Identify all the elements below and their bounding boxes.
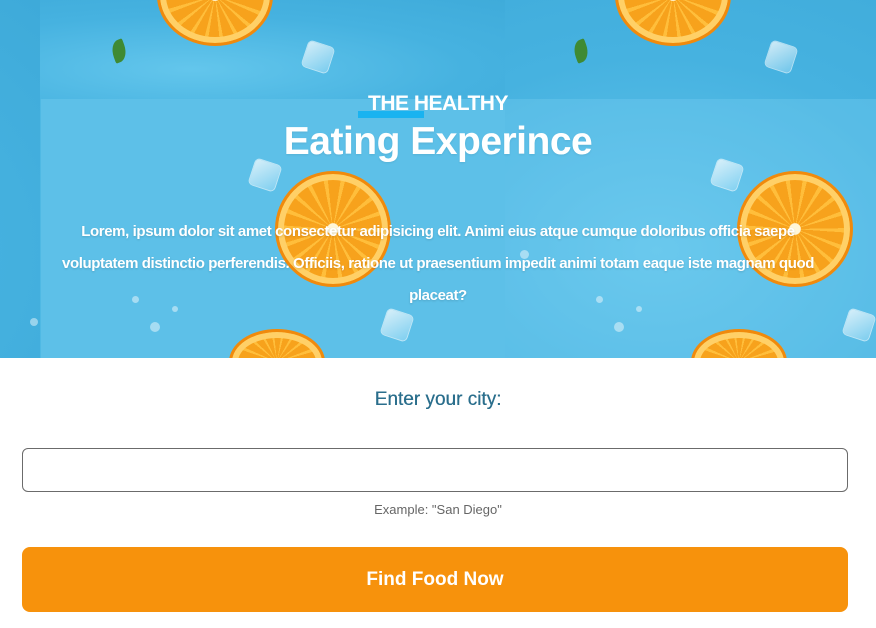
hero-lead-text: Lorem, ipsum dolor sit amet consectetur …	[62, 223, 814, 304]
hero-headline: Eating Experince	[283, 120, 593, 163]
hero-banner: THE HEALTHY Eating Experince Lorem, ipsu…	[0, 0, 876, 358]
city-label: Enter your city:	[374, 389, 502, 410]
city-input[interactable]	[22, 448, 848, 492]
water-droplet	[150, 322, 160, 332]
hero-kicker: THE HEALTHY	[368, 92, 508, 115]
find-food-button[interactable]: Find Food Now	[22, 547, 848, 612]
city-hint: Example: "San Diego"	[374, 502, 502, 517]
water-droplet	[30, 318, 38, 326]
water-droplet	[614, 322, 624, 332]
hero-background-tile	[0, 0, 40, 358]
